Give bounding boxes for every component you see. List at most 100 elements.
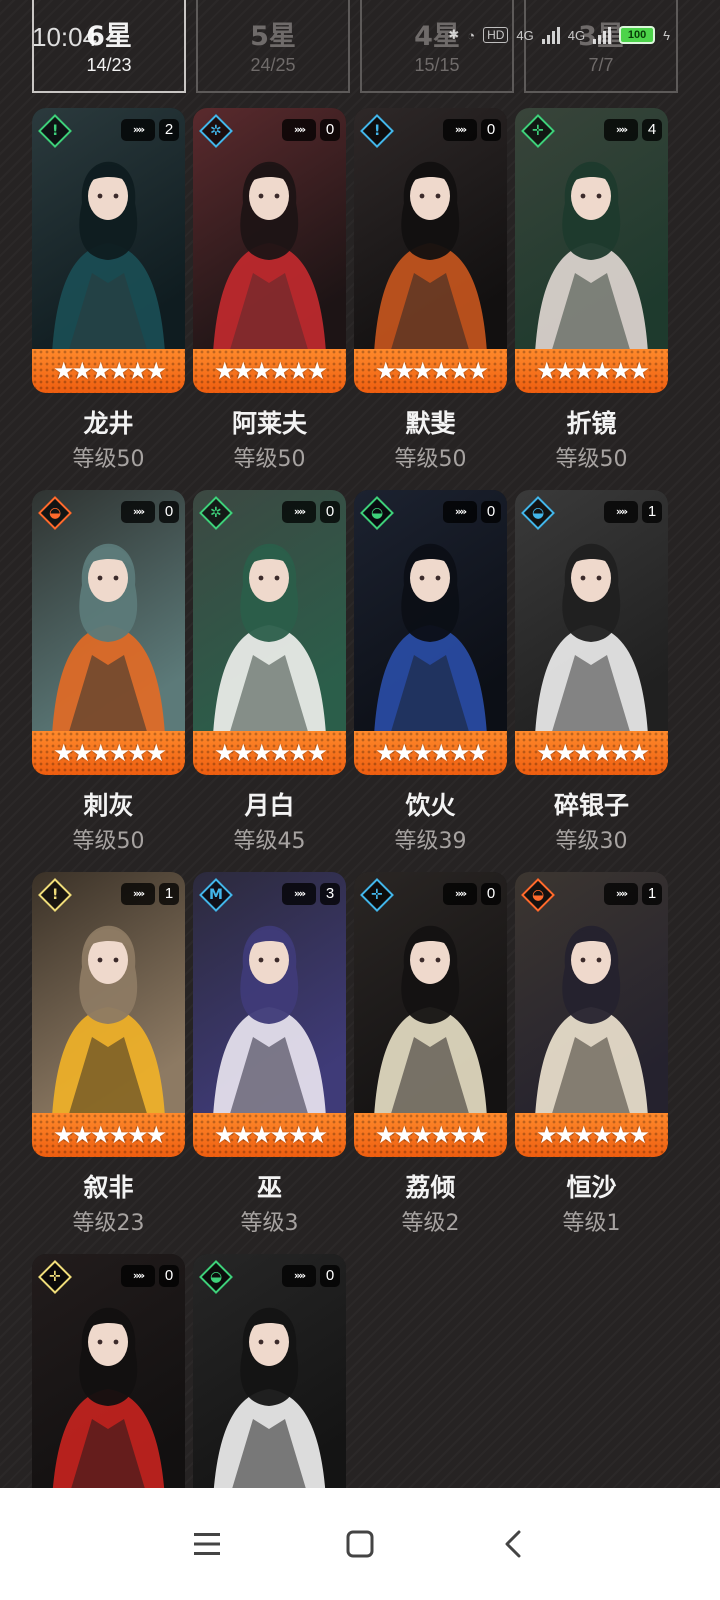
potential-badge: »» 3 xyxy=(282,882,340,906)
character-card-frame: ★★★★★★ ◒ »» 0 xyxy=(354,490,507,775)
chevrons-icon: »» xyxy=(121,883,155,905)
potential-badge: »» 0 xyxy=(443,500,501,524)
character-card[interactable]: ★★★★★★ ✲ »» 0 阿莱夫 等级50 xyxy=(193,108,346,473)
character-level: 等级30 xyxy=(555,829,628,854)
potential-count: 0 xyxy=(159,1265,179,1287)
character-level: 等级50 xyxy=(72,829,145,854)
back-icon[interactable] xyxy=(483,1514,543,1574)
snowflake-icon: ✲ xyxy=(199,496,233,530)
potential-badge: »» 1 xyxy=(121,882,179,906)
potential-badge: »» 0 xyxy=(282,118,340,142)
star-rating: ★★★★★★ xyxy=(535,739,650,767)
menu-icon[interactable] xyxy=(177,1514,237,1574)
person-icon: ! xyxy=(38,114,72,148)
star-rating-band: ★★★★★★ xyxy=(193,731,346,775)
tab-4-star[interactable]: 4星 15/15 xyxy=(360,0,514,93)
chevrons-icon: »» xyxy=(604,119,638,141)
star-rating: ★★★★★★ xyxy=(535,357,650,385)
character-card-frame: ★★★★★★ ✛ »» 4 xyxy=(515,108,668,393)
character-card-frame: ◒ »» 0 xyxy=(193,1254,346,1524)
home-icon[interactable] xyxy=(330,1514,390,1574)
character-card[interactable]: ★★★★★★ ◒ »» 1 恒沙 等级1 xyxy=(515,872,668,1237)
character-card-frame: ★★★★★★ ✲ »» 0 xyxy=(193,490,346,775)
tab-count: 7/7 xyxy=(588,55,614,75)
potential-count: 0 xyxy=(159,501,179,523)
character-level: 等级39 xyxy=(394,829,467,854)
character-name: 默斐 xyxy=(405,409,456,438)
chevrons-icon: »» xyxy=(282,119,316,141)
potential-badge: »» 0 xyxy=(282,500,340,524)
system-nav-bar xyxy=(0,1488,720,1600)
chevrons-icon: »» xyxy=(604,883,638,905)
character-level: 等级1 xyxy=(562,1211,621,1236)
eye-icon: ◒ xyxy=(38,496,72,530)
character-name: 阿莱夫 xyxy=(231,409,307,438)
star-rating: ★★★★★★ xyxy=(213,1121,328,1149)
tab-6-star[interactable]: 6星 14/23 xyxy=(32,0,186,93)
character-card[interactable]: ★★★★★★ ✛ »» 4 折镜 等级50 xyxy=(515,108,668,473)
star-rating-band: ★★★★★★ xyxy=(32,731,185,775)
tab-5-star[interactable]: 5星 24/25 xyxy=(196,0,350,93)
person-icon: ! xyxy=(38,878,72,912)
character-card[interactable]: ★★★★★★ ! »» 0 默斐 等级50 xyxy=(354,108,507,473)
eye-icon: ◒ xyxy=(521,878,555,912)
chevrons-icon: »» xyxy=(282,501,316,523)
chevrons-icon: »» xyxy=(443,119,477,141)
character-level: 等级50 xyxy=(72,447,145,472)
cross-icon: ✛ xyxy=(360,878,394,912)
potential-badge: »» 0 xyxy=(443,118,501,142)
cross-icon: ✛ xyxy=(521,114,555,148)
eye-icon: ◒ xyxy=(521,496,555,530)
character-card-frame: ★★★★★★ ◒ »» 1 xyxy=(515,872,668,1157)
star-rating-band: ★★★★★★ xyxy=(354,1113,507,1157)
character-card[interactable]: ★★★★★★ ✲ »» 0 月白 等级45 xyxy=(193,490,346,855)
character-card-frame: ★★★★★★ ✛ »» 0 xyxy=(354,872,507,1157)
star-rating: ★★★★★★ xyxy=(213,739,328,767)
tab-count: 24/25 xyxy=(250,55,296,75)
star-rating-band: ★★★★★★ xyxy=(193,1113,346,1157)
star-rating: ★★★★★★ xyxy=(52,1121,167,1149)
person-icon: ! xyxy=(360,114,394,148)
star-rating-band: ★★★★★★ xyxy=(32,349,185,393)
tab-label: 6星 xyxy=(86,21,132,52)
potential-count: 0 xyxy=(481,119,501,141)
chevrons-icon: »» xyxy=(121,1265,155,1287)
character-name: 刺灰 xyxy=(83,791,134,820)
star-rating: ★★★★★★ xyxy=(374,1121,489,1149)
star-rating-band: ★★★★★★ xyxy=(515,731,668,775)
character-card[interactable]: ★★★★★★ M »» 3 巫 等级3 xyxy=(193,872,346,1237)
character-name: 折镜 xyxy=(566,409,617,438)
tab-count: 15/15 xyxy=(414,55,460,75)
rune-icon: M xyxy=(199,878,233,912)
character-card[interactable]: ★★★★★★ ◒ »» 0 刺灰 等级50 xyxy=(32,490,185,855)
star-rating: ★★★★★★ xyxy=(52,357,167,385)
potential-count: 1 xyxy=(642,501,662,523)
star-rating: ★★★★★★ xyxy=(374,357,489,385)
star-rating: ★★★★★★ xyxy=(52,739,167,767)
character-level: 等级2 xyxy=(401,1211,460,1236)
character-card[interactable]: ★★★★★★ ◒ »» 1 碎银子 等级30 xyxy=(515,490,668,855)
chevrons-icon: »» xyxy=(282,1265,316,1287)
character-card[interactable]: ★★★★★★ ! »» 1 叙非 等级23 xyxy=(32,872,185,1237)
potential-count: 0 xyxy=(320,501,340,523)
potential-count: 0 xyxy=(481,501,501,523)
star-rating-band: ★★★★★★ xyxy=(32,1113,185,1157)
character-level: 等级23 xyxy=(72,1211,145,1236)
chevrons-icon: »» xyxy=(443,883,477,905)
snowflake-icon: ✲ xyxy=(199,114,233,148)
star-rating-band: ★★★★★★ xyxy=(193,349,346,393)
character-card-frame: ★★★★★★ ◒ »» 1 xyxy=(515,490,668,775)
character-card[interactable]: ★★★★★★ ✛ »» 0 荔倾 等级2 xyxy=(354,872,507,1237)
star-rating-band: ★★★★★★ xyxy=(354,349,507,393)
character-name: 恒沙 xyxy=(566,1173,617,1202)
character-card[interactable]: ★★★★★★ ! »» 2 龙井 等级50 xyxy=(32,108,185,473)
character-card-frame: ★★★★★★ ! »» 2 xyxy=(32,108,185,393)
star-rating: ★★★★★★ xyxy=(213,357,328,385)
eye-icon: ◒ xyxy=(199,1260,233,1294)
potential-badge: »» 1 xyxy=(604,882,662,906)
character-card-frame: ★★★★★★ ◒ »» 0 xyxy=(32,490,185,775)
tab-count: 14/23 xyxy=(86,55,132,75)
character-card[interactable]: ★★★★★★ ◒ »» 0 饮火 等级39 xyxy=(354,490,507,855)
tab-3-star[interactable]: 3星 7/7 xyxy=(524,0,678,93)
potential-count: 2 xyxy=(159,119,179,141)
